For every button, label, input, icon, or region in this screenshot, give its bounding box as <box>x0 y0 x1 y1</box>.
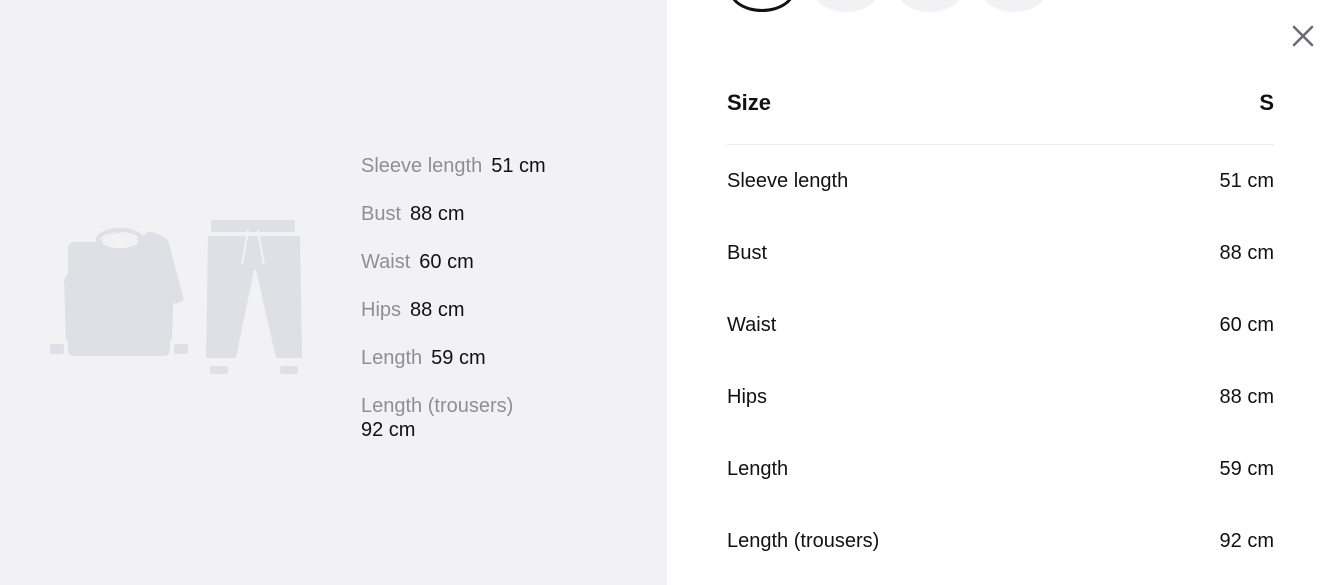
summary-item: Length (trousers) 92 cm <box>361 394 661 442</box>
summary-label: Length (trousers) <box>361 395 514 417</box>
summary-value: 88 cm <box>410 299 465 321</box>
close-icon <box>1292 25 1314 47</box>
summary-label: Sleeve length <box>361 155 483 177</box>
size-table-panel: Size S Sleeve length 51 cm Bust 88 cm Wa… <box>667 0 1329 585</box>
summary-item: Bust 88 cm <box>361 202 661 226</box>
measurement-value: 60 cm <box>1219 314 1274 336</box>
trousers-icon <box>206 220 302 374</box>
measurement-name: Bust <box>727 242 768 264</box>
table-row: Bust 88 cm <box>727 240 1274 312</box>
table-row: Waist 60 cm <box>727 312 1274 384</box>
summary-value: 51 cm <box>491 155 546 177</box>
measurement-value: 88 cm <box>1219 242 1274 264</box>
close-button[interactable] <box>1289 22 1317 50</box>
measurement-value: 88 cm <box>1219 386 1274 408</box>
size-option[interactable] <box>981 0 1047 12</box>
selected-size-label: S <box>1259 90 1274 115</box>
summary-value: 59 cm <box>431 347 486 369</box>
summary-item: Length 59 cm <box>361 346 661 370</box>
measurement-value: 51 cm <box>1219 170 1274 192</box>
summary-value: 88 cm <box>410 203 465 225</box>
summary-item: Waist 60 cm <box>361 250 661 274</box>
size-option[interactable] <box>813 0 879 12</box>
size-table: Sleeve length 51 cm Bust 88 cm Waist 60 … <box>727 168 1274 585</box>
summary-label: Waist <box>361 251 411 273</box>
table-row: Length (trousers) 92 cm <box>727 528 1274 585</box>
measurement-name: Length <box>727 458 789 480</box>
table-row: Sleeve length 51 cm <box>727 168 1274 240</box>
table-row: Hips 88 cm <box>727 384 1274 456</box>
measurement-name: Hips <box>727 386 768 408</box>
measurement-value: 92 cm <box>1219 530 1274 552</box>
sweater-icon <box>50 228 188 356</box>
size-guide-illustration-panel: Sleeve length 51 cm Bust 88 cm Waist 60 cm … <box>0 0 667 585</box>
table-row: Length 59 cm <box>727 456 1274 528</box>
summary-value: 60 cm <box>419 251 474 273</box>
size-column-label: Size <box>727 90 772 115</box>
measurement-name: Sleeve length <box>727 170 849 192</box>
summary-item: Hips 88 cm <box>361 298 661 322</box>
summary-item: Sleeve length 51 cm <box>361 154 661 178</box>
measurement-name: Waist <box>727 314 777 336</box>
summary-label: Hips <box>361 299 402 321</box>
summary-label: Length <box>361 347 423 369</box>
summary-value: 92 cm <box>361 419 416 441</box>
size-option[interactable] <box>897 0 963 12</box>
size-option-selected[interactable] <box>729 0 795 12</box>
measurement-value: 59 cm <box>1219 458 1274 480</box>
clothing-illustration <box>50 220 302 374</box>
measurement-name: Length (trousers) <box>727 530 880 552</box>
summary-label: Bust <box>361 203 402 225</box>
size-table-header: Size S <box>727 88 1274 145</box>
measurements-summary: Sleeve length 51 cm Bust 88 cm Waist 60 cm … <box>361 154 661 466</box>
